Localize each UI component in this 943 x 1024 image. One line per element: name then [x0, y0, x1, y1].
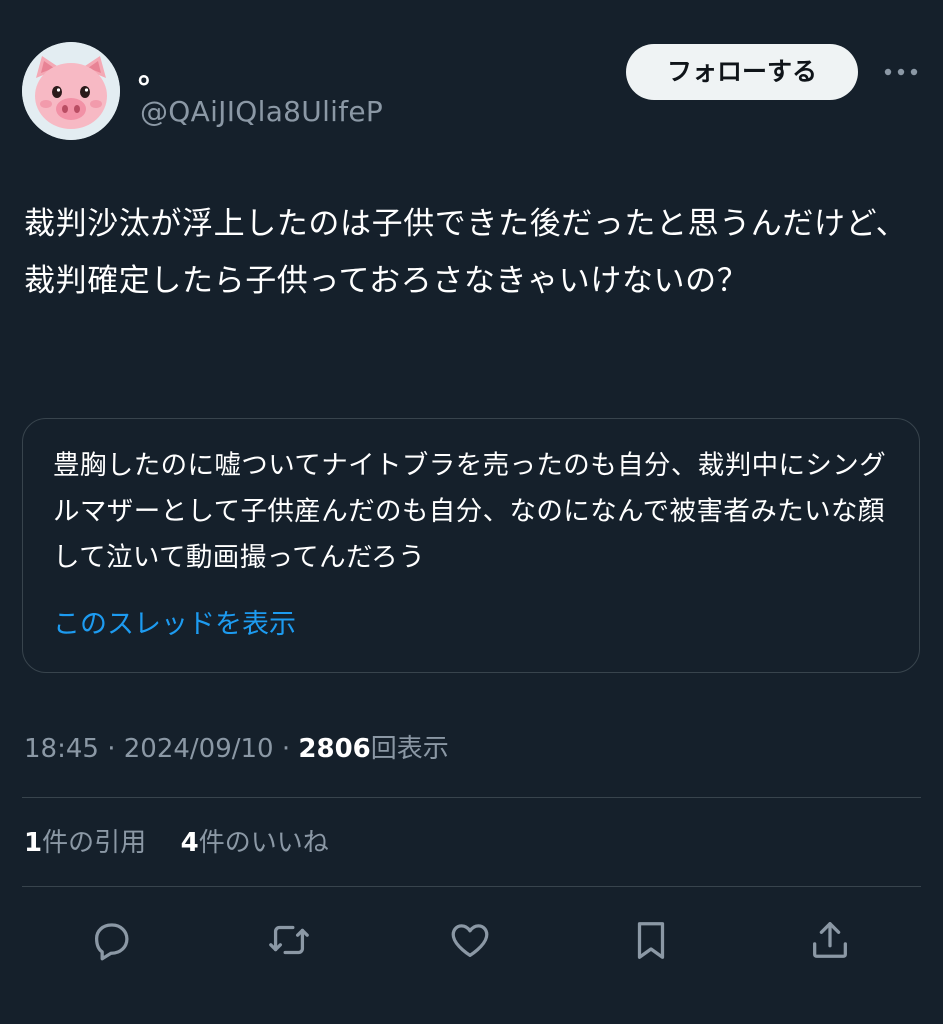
bookmark-icon — [637, 922, 665, 959]
divider — [22, 797, 921, 798]
quoted-tweet-text: 豊胸したのに嘘ついてナイトブラを売ったのも自分、裁判中にシングルマザーとして子供… — [53, 450, 887, 573]
pig-face-avatar-icon — [22, 42, 120, 140]
tweet-meta: 18:45 · 2024/09/10 · 2806回表示 — [24, 730, 449, 768]
show-thread-link[interactable]: このスレッドを表示 — [53, 607, 296, 643]
avatar[interactable] — [22, 42, 120, 140]
action-bar — [0, 905, 943, 975]
like-button[interactable] — [443, 913, 497, 967]
more-dots-icon — [884, 68, 918, 76]
likes-count: 4 — [180, 828, 199, 858]
user-handle[interactable]: @QAiJIQla8UlifeP — [140, 95, 383, 129]
quotes-stat[interactable]: 1件の引用 — [24, 828, 146, 858]
tweet-time[interactable]: 18:45 — [24, 734, 99, 764]
follow-button[interactable]: フォローする — [626, 44, 858, 100]
retweet-button[interactable] — [262, 913, 316, 967]
bookmark-button[interactable] — [624, 913, 678, 967]
divider — [22, 886, 921, 887]
quotes-label: 件の引用 — [42, 828, 147, 858]
meta-separator: · — [98, 734, 124, 764]
reply-button[interactable] — [84, 913, 138, 967]
meta-separator: · — [273, 734, 299, 764]
reply-icon — [94, 923, 129, 961]
share-icon — [813, 922, 847, 958]
quotes-count: 1 — [24, 828, 43, 858]
tweet-text: 裁判沙汰が浮上したのは子供できた後だったと思うんだけど、裁判確定したら子供ってお… — [24, 206, 908, 299]
engagement-stats: 1件の引用 4件のいいね — [24, 824, 329, 862]
views-label: 回表示 — [370, 734, 449, 764]
quoted-tweet-card[interactable]: 豊胸したのに嘘ついてナイトブラを売ったのも自分、裁判中にシングルマザーとして子供… — [22, 418, 920, 673]
tweet-header: 。 @QAiJIQla8UlifeP フォローする — [0, 0, 943, 150]
display-name[interactable]: 。 — [138, 56, 168, 92]
likes-stat[interactable]: 4件のいいね — [181, 828, 329, 858]
views-count: 2806 — [298, 734, 371, 764]
more-options-button[interactable] — [876, 54, 926, 90]
tweet-date[interactable]: 2024/09/10 — [124, 734, 274, 764]
retweet-icon — [269, 925, 309, 955]
share-button[interactable] — [803, 913, 857, 967]
heart-icon — [451, 924, 489, 957]
likes-label: 件のいいね — [198, 828, 329, 858]
